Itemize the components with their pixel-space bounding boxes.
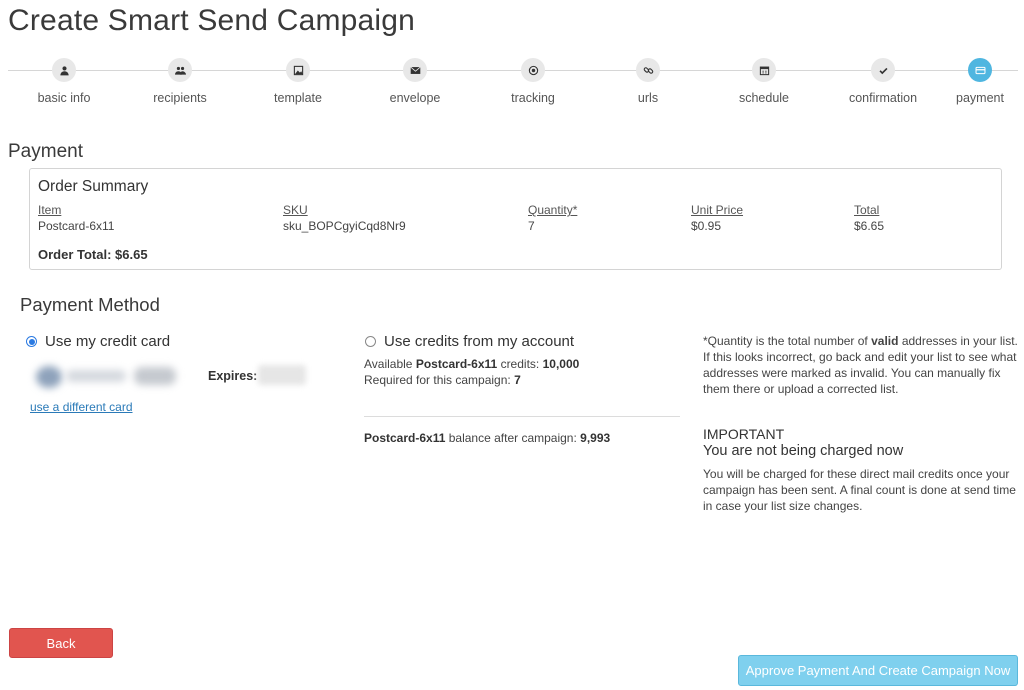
use-different-card-link[interactable]: use a different card [30, 400, 133, 414]
calendar-icon [752, 58, 776, 82]
image-icon [286, 58, 310, 82]
card-number-redacted [30, 364, 178, 388]
available-prefix: Available [364, 357, 413, 371]
user-icon [52, 58, 76, 82]
credits-label: Use credits from my account [384, 333, 575, 350]
step-schedule[interactable]: schedule [709, 58, 819, 105]
page-title: Create Smart Send Campaign [8, 4, 416, 37]
column-header: Quantity* [528, 203, 578, 217]
approve-payment-button[interactable]: Approve Payment And Create Campaign Now [738, 655, 1018, 686]
step-basic-info[interactable]: basic info [9, 58, 119, 105]
target-icon [521, 58, 545, 82]
column-unit-price: Unit Price $0.95 [691, 203, 743, 233]
link-icon [636, 58, 660, 82]
not-charged-heading: You are not being charged now [703, 443, 904, 459]
quantity-note: *Quantity is the total number of valid a… [703, 333, 1021, 397]
step-tracking[interactable]: tracking [478, 58, 588, 105]
step-urls[interactable]: urls [593, 58, 703, 105]
payment-method-heading: Payment Method [20, 294, 160, 315]
column-total: Total $6.65 [854, 203, 884, 233]
important-heading: IMPORTANT [703, 426, 785, 442]
available-credits: Available Postcard-6x11 credits: 10,000 [364, 357, 579, 371]
check-icon [871, 58, 895, 82]
table-cell: sku_BOPCgyiCqd8Nr9 [283, 219, 406, 233]
column-sku: SKU sku_BOPCgyiCqd8Nr9 [283, 203, 406, 233]
step-label: tracking [511, 91, 555, 105]
step-label: urls [637, 91, 659, 105]
table-cell: $0.95 [691, 219, 722, 233]
credit-card-label: Use my credit card [45, 333, 171, 350]
balance-label: balance after campaign: [448, 431, 577, 445]
step-label: recipients [153, 91, 207, 105]
step-label: confirmation [848, 91, 918, 105]
step-confirmation[interactable]: confirmation [828, 58, 938, 105]
order-summary-title: Order Summary [38, 178, 149, 195]
progress-stepper: basic info recipients template envelope … [8, 58, 1018, 110]
credits-radio[interactable] [365, 336, 376, 347]
step-label: envelope [389, 91, 441, 105]
balance-after-campaign: Postcard-6x11 balance after campaign: 9,… [364, 431, 610, 445]
column-quantity: Quantity* 7 [528, 203, 577, 233]
required-prefix: Required for this campaign: [364, 373, 511, 387]
credit-card-icon [968, 58, 992, 82]
table-cell: $6.65 [854, 219, 885, 233]
expires-label: Expires: [208, 369, 258, 383]
note-text: *Quantity is the total number of [703, 334, 868, 348]
column-header: Unit Price [691, 203, 744, 217]
column-header: Total [854, 203, 880, 217]
step-recipients[interactable]: recipients [125, 58, 235, 105]
table-cell: Postcard-6x11 [38, 219, 115, 233]
expiry-redacted [258, 365, 306, 385]
charge-notice: You will be charged for these direct mai… [703, 467, 1016, 513]
step-label: basic info [37, 91, 91, 105]
order-summary-panel: Order Summary Item Postcard-6x11 SKU sku… [29, 168, 1002, 270]
step-template[interactable]: template [243, 58, 353, 105]
column-item: Item Postcard-6x11 [38, 203, 114, 233]
column-header: Item [38, 203, 62, 217]
credit-card-radio[interactable] [26, 336, 37, 347]
required-value: 7 [514, 373, 521, 387]
payment-heading: Payment [8, 141, 83, 162]
balance-product: Postcard-6x11 [364, 431, 446, 445]
users-icon [168, 58, 192, 82]
available-value: 10,000 [542, 357, 580, 371]
step-label: payment [956, 91, 1004, 105]
credits-divider [364, 416, 680, 417]
table-cell: 7 [528, 219, 535, 233]
credit-card-option[interactable]: Use my credit card [26, 333, 170, 350]
balance-value: 9,993 [580, 431, 611, 445]
available-mid: credits: [500, 357, 540, 371]
column-header: SKU [283, 203, 308, 217]
envelope-icon [403, 58, 427, 82]
step-label: template [274, 91, 322, 105]
order-table: Item Postcard-6x11 SKU sku_BOPCgyiCqd8Nr… [38, 203, 993, 237]
step-payment[interactable]: payment [925, 58, 1024, 105]
credits-option[interactable]: Use credits from my account [365, 333, 574, 350]
back-button[interactable]: Back [9, 628, 113, 658]
step-envelope[interactable]: envelope [360, 58, 470, 105]
required-credits: Required for this campaign: 7 [364, 373, 521, 387]
step-label: schedule [738, 91, 790, 105]
product-name: Postcard-6x11 [415, 357, 498, 371]
order-total: Order Total: $6.65 [38, 247, 148, 262]
note-bold: valid [871, 334, 899, 348]
